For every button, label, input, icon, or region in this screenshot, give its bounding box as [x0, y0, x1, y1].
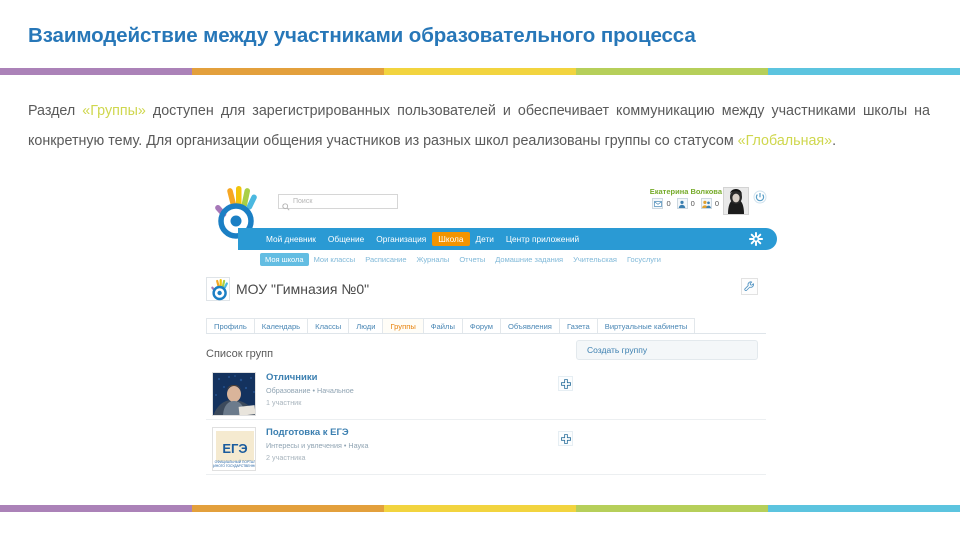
rule-segment-green [576, 68, 768, 75]
group-list-item[interactable]: ЕГЭ ОФИЦИАЛЬНЫЙ ПОРТАЛ ЕДИНОГО ГОСУДАРСТ… [206, 425, 766, 475]
friends-count: 0 [714, 199, 719, 208]
rule-segment-orange [192, 505, 384, 512]
school-tabs: Профиль Календарь Классы Люди Группы Фай… [206, 318, 766, 334]
nav-item-my-diary[interactable]: Мой дневник [260, 232, 322, 246]
decorative-rule-top [0, 68, 960, 75]
body-paragraph: Раздел «Группы» доступен для зарегистрир… [28, 96, 930, 156]
groups-list-title: Список групп [206, 348, 274, 360]
subnav-item-journals[interactable]: Журналы [412, 253, 455, 266]
mail-icon[interactable] [652, 198, 664, 209]
nav-item-app-center[interactable]: Центр приложений [500, 232, 585, 246]
tab-classes[interactable]: Классы [307, 318, 349, 333]
svg-text:ЕГЭ: ЕГЭ [222, 441, 247, 456]
tab-people[interactable]: Люди [348, 318, 383, 333]
tab-profile[interactable]: Профиль [206, 318, 254, 333]
user-name-link[interactable]: Екатерина Волкова [650, 187, 722, 196]
rule-segment-blue [768, 505, 960, 512]
plus-icon[interactable] [558, 376, 573, 391]
subnav-item-reports[interactable]: Отчеты [454, 253, 490, 266]
body-text-part-1: Раздел [28, 103, 83, 119]
tab-groups[interactable]: Группы [382, 318, 423, 333]
group-name[interactable]: Подготовка к ЕГЭ [266, 427, 349, 438]
secondary-navigation: Моя школа Мои классы Расписание Журналы … [238, 251, 777, 268]
tab-forum[interactable]: Форум [461, 318, 500, 333]
rule-segment-orange [192, 68, 384, 75]
wrench-icon[interactable] [741, 278, 758, 295]
nav-item-communication[interactable]: Общение [322, 232, 370, 246]
group-name[interactable]: Отличники [266, 372, 317, 383]
tab-announcements[interactable]: Объявления [500, 318, 559, 333]
rule-segment-yellow [384, 505, 576, 512]
plus-icon[interactable] [558, 431, 573, 446]
embedded-screenshot: Поиск Екатерина Волкова 0 0 0 Мой дневни… [192, 182, 777, 492]
search-icon [282, 198, 290, 211]
subnav-item-my-school[interactable]: Моя школа [260, 253, 309, 266]
group-thumbnail-photo [212, 372, 256, 416]
avatar[interactable] [723, 187, 749, 215]
rule-segment-blue [768, 68, 960, 75]
primary-navigation: Мой дневник Общение Организация Школа Де… [238, 228, 777, 250]
subnav-item-homework[interactable]: Домашние задания [490, 253, 568, 266]
search-placeholder: Поиск [293, 198, 313, 205]
group-members-count: 2 участника [266, 453, 306, 462]
body-highlight-gruppy: «Группы» [82, 103, 146, 119]
user-panel: Екатерина Волкова 0 0 0 [607, 186, 767, 228]
notification-counters: 0 0 0 [652, 198, 722, 209]
search-input[interactable]: Поиск [278, 194, 398, 211]
decorative-rule-bottom [0, 505, 960, 512]
user-count: 0 [690, 199, 695, 208]
tab-virtual-rooms[interactable]: Виртуальные кабинеты [596, 318, 696, 333]
subnav-item-gosuslugi[interactable]: Госуслуги [622, 253, 666, 266]
school-badge-icon [206, 277, 230, 301]
page-title: Взаимодействие между участниками образов… [28, 24, 696, 47]
mail-count: 0 [666, 199, 671, 208]
nav-item-school[interactable]: Школа [432, 232, 470, 246]
user-icon[interactable] [676, 198, 688, 209]
group-category: Образование • Начальное [266, 386, 354, 395]
tab-files[interactable]: Файлы [422, 318, 462, 333]
school-name: МОУ "Гимназия №0" [236, 281, 370, 297]
group-thumbnail-ege: ЕГЭ ОФИЦИАЛЬНЫЙ ПОРТАЛ ЕДИНОГО ГОСУДАРСТ… [212, 427, 256, 471]
body-text-part-3: . [832, 133, 837, 149]
tab-newspaper[interactable]: Газета [558, 318, 597, 333]
rule-segment-yellow [384, 68, 576, 75]
rule-segment-purple [0, 68, 192, 75]
rule-segment-purple [0, 505, 192, 512]
nav-item-children[interactable]: Дети [470, 232, 500, 246]
power-icon[interactable] [753, 190, 767, 204]
friends-icon[interactable] [700, 198, 712, 209]
create-group-button[interactable]: Создать группу [576, 340, 758, 360]
svg-text:ЕДИНОГО ГОСУДАРСТВЕННОГО: ЕДИНОГО ГОСУДАРСТВЕННОГО [213, 464, 256, 468]
school-header: МОУ "Гимназия №0" [206, 274, 766, 304]
group-category: Интересы и увлечения • Наука [266, 441, 369, 450]
groups-list-header: Список групп Создать группу [206, 340, 766, 364]
rule-segment-green [576, 505, 768, 512]
subnav-item-schedule[interactable]: Расписание [360, 253, 411, 266]
slide-root: Взаимодействие между участниками образов… [0, 0, 960, 540]
subnav-item-my-classes[interactable]: Мои классы [309, 253, 361, 266]
body-highlight-globalnaya: «Глобальная» [737, 133, 833, 149]
tab-calendar[interactable]: Календарь [253, 318, 308, 333]
gear-icon[interactable] [749, 232, 763, 246]
nav-item-organization[interactable]: Организация [370, 232, 432, 246]
group-members-count: 1 участник [266, 398, 302, 407]
group-list-item[interactable]: Отличники Образование • Начальное 1 учас… [206, 370, 766, 420]
subnav-item-teachers-room[interactable]: Учительская [568, 253, 622, 266]
site-header: Поиск Екатерина Волкова 0 0 0 [192, 182, 777, 239]
